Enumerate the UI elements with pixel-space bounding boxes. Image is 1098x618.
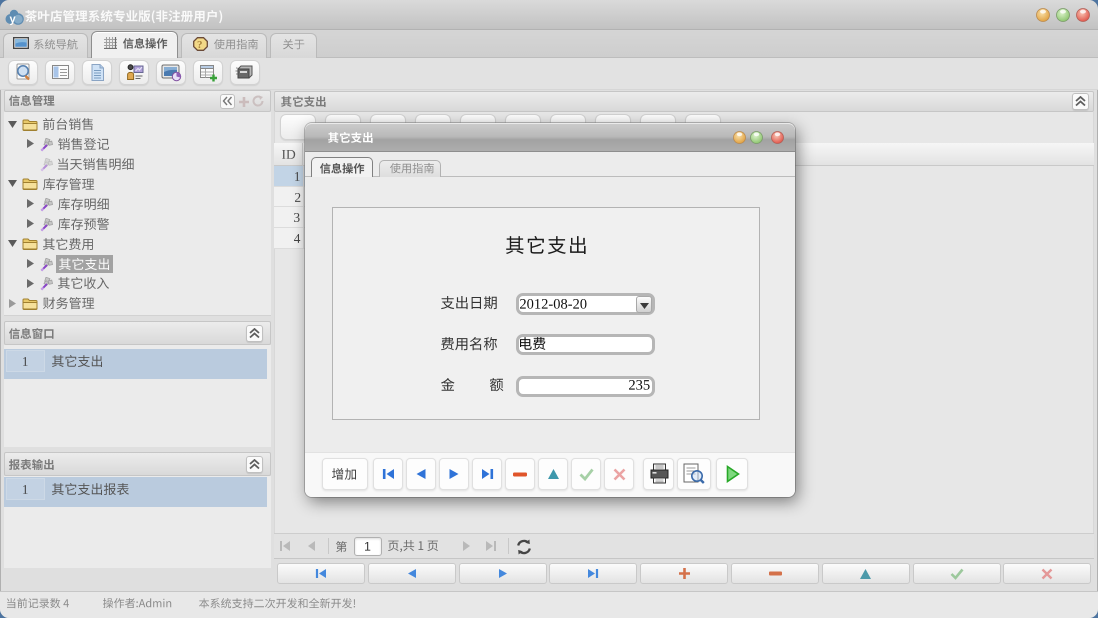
svg-text:y: y	[10, 14, 17, 26]
svg-text:?: ?	[197, 39, 203, 51]
